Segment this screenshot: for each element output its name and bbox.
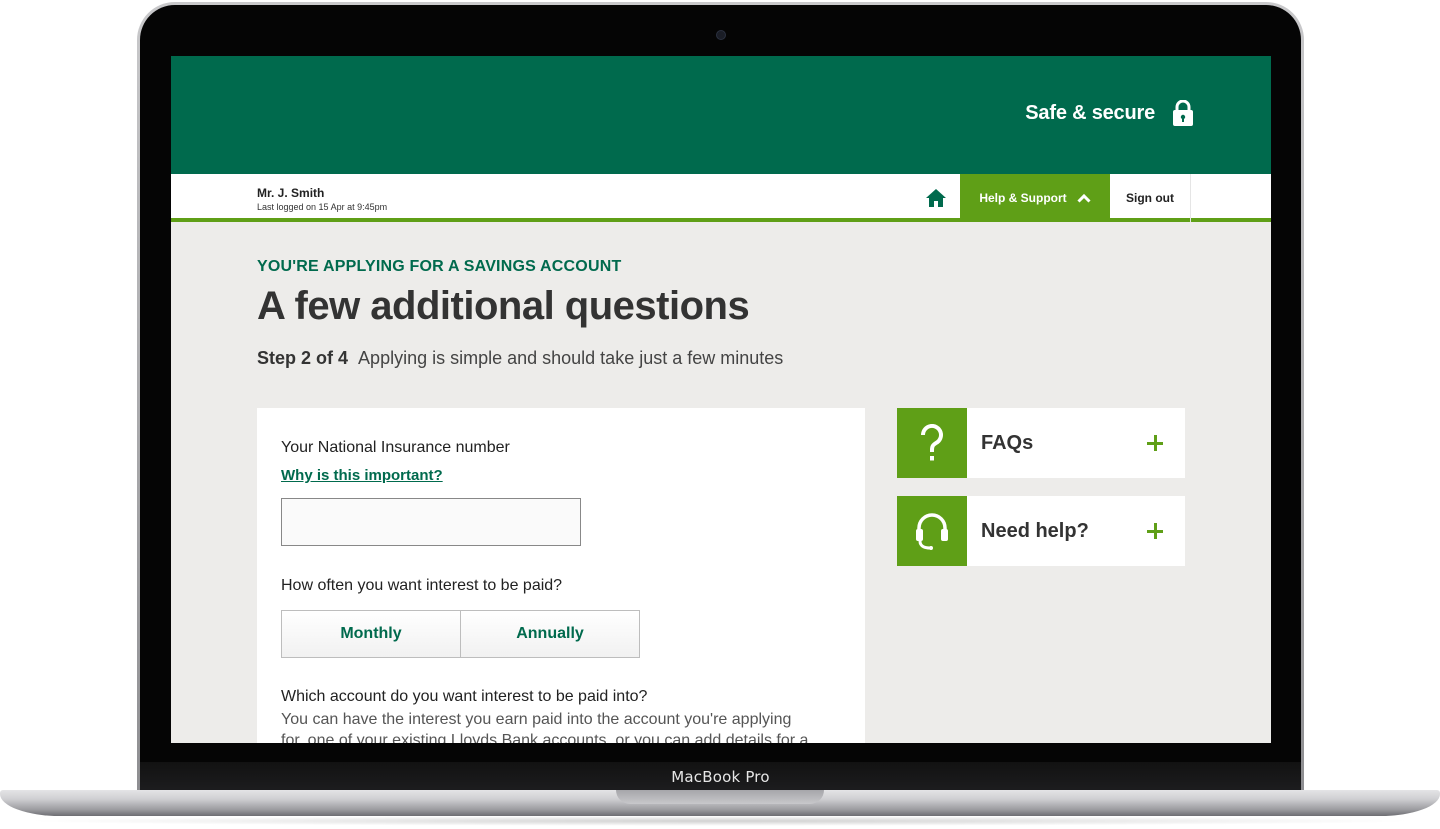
headset-icon [916,513,948,550]
step-indicator: Step 2 of 4 Applying is simple and shoul… [257,348,783,369]
help-support-label: Help & Support [979,191,1067,205]
help-icon-box [897,496,967,566]
step-count: Step 2 of 4 [257,348,349,368]
interest-frequency-label: How often you want interest to be paid? [281,577,563,594]
help-support-button[interactable]: Help & Support [960,174,1110,222]
safe-secure-label: Safe & secure [1025,102,1155,124]
faq-icon-box [897,408,967,478]
laptop-shadow [20,816,1420,826]
annually-option[interactable]: Annually [460,611,639,657]
application-kicker: YOU'RE APPLYING FOR A SAVINGS ACCOUNT [257,258,622,275]
page-title: A few additional questions [257,284,750,328]
top-banner: Safe & secure [171,56,1271,174]
step-description: Applying is simple and should take just … [358,348,784,368]
need-help-label: Need help? [981,519,1089,542]
ni-number-input[interactable] [281,498,581,546]
faqs-panel[interactable]: FAQs [897,408,1185,478]
application-form: Your National Insurance number Why is th… [257,408,865,743]
device-label: MacBook Pro [671,768,770,786]
user-name: Mr. J. Smith [257,186,325,200]
home-icon [926,189,946,207]
browser-screen: Safe & secure Mr. J. Smith Last logged o… [171,56,1271,743]
faqs-label: FAQs [981,431,1034,454]
monthly-option[interactable]: Monthly [282,611,460,657]
interest-account-description: You can have the interest you earn paid … [281,711,809,743]
question-mark-icon [920,424,943,461]
last-logged-text: Last logged on 15 Apr at 9:45pm [257,202,388,212]
lock-icon [1173,100,1193,126]
laptop-chin: MacBook Pro [140,762,1301,792]
interest-account-label: Which account do you want interest to be… [281,688,648,705]
sign-out-label: Sign out [1126,191,1174,205]
camera-icon [716,30,726,40]
chevron-up-icon [1077,193,1091,203]
need-help-expand-icon [1145,521,1165,541]
account-navbar: Mr. J. Smith Last logged on 15 Apr at 9:… [171,174,1271,222]
sign-out-button[interactable]: Sign out [1110,174,1191,222]
interest-frequency-toggle: Monthly Annually [281,610,640,658]
need-help-panel[interactable]: Need help? [897,496,1185,566]
ni-number-label: Your National Insurance number [281,439,510,456]
faqs-expand-icon [1145,433,1165,453]
home-button[interactable] [911,174,961,222]
why-important-link[interactable]: Why is this important? [281,467,443,484]
laptop-notch [616,790,824,804]
